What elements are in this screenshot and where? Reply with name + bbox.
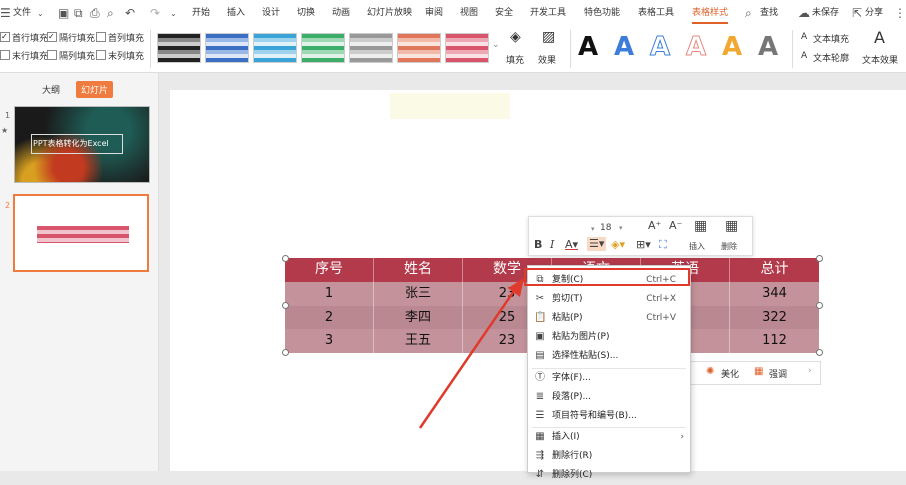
annotation-arrow [418,278,524,429]
arrow-shaft [418,287,518,429]
